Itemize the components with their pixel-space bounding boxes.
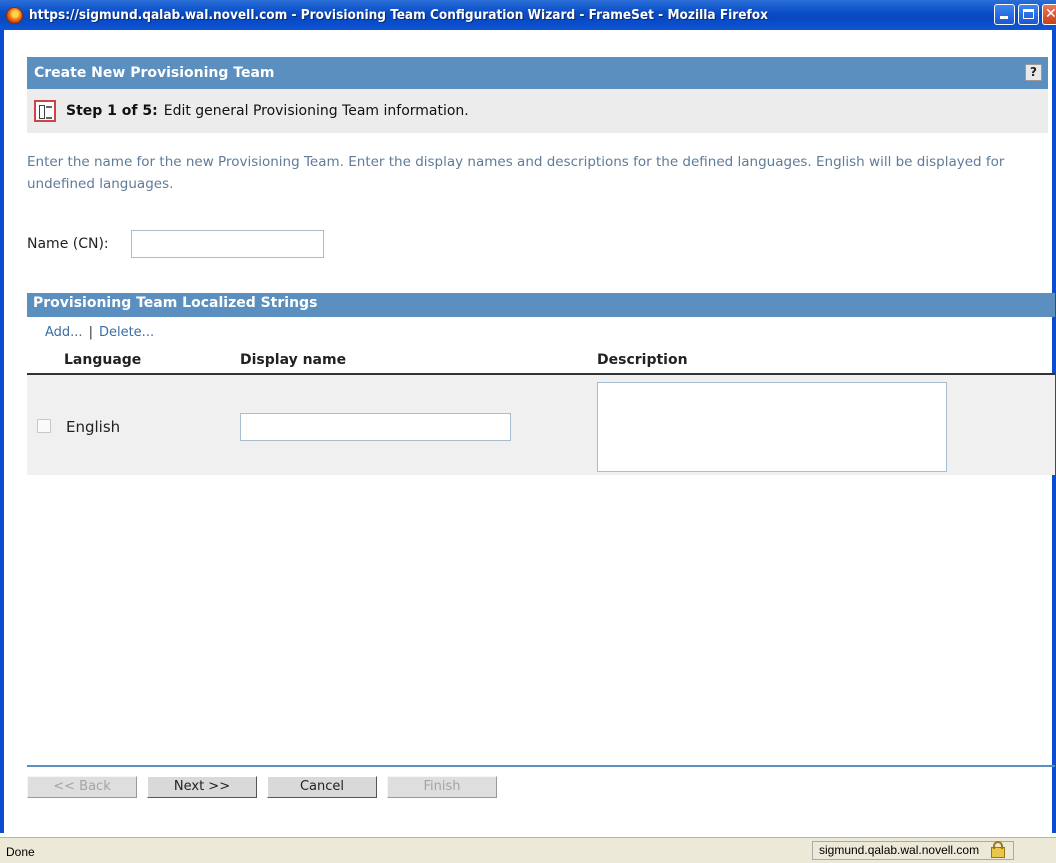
wizard-step-icon: [34, 100, 56, 122]
close-icon: ✕: [1045, 6, 1056, 22]
status-bar: Done sigmund.qalab.wal.novell.com: [0, 837, 1056, 863]
column-header-description: Description: [597, 352, 688, 368]
window-titlebar[interactable]: https://sigmund.qalab.wal.novell.com - P…: [0, 0, 1056, 30]
description-textarea[interactable]: [597, 382, 947, 472]
row-language: English: [66, 418, 121, 436]
instructions-text: Enter the name for the new Provisioning …: [27, 154, 1005, 192]
help-icon[interactable]: ?: [1025, 64, 1042, 81]
status-domain-text: sigmund.qalab.wal.novell.com: [819, 843, 980, 857]
action-separator: |: [88, 325, 93, 340]
lock-icon[interactable]: [991, 841, 1005, 858]
step-bar: Step 1 of 5: Edit general Provisioning T…: [27, 89, 1048, 133]
page-title: Create New Provisioning Team: [34, 65, 275, 81]
back-button[interactable]: << Back: [27, 776, 137, 798]
window-border-left: [0, 30, 4, 833]
status-domain: sigmund.qalab.wal.novell.com: [812, 841, 1014, 860]
step-label: Step 1 of 5:: [66, 103, 158, 119]
close-button[interactable]: ✕: [1042, 4, 1056, 25]
status-text: Done: [6, 845, 35, 859]
maximize-icon: [1023, 9, 1034, 19]
window-controls: ✕: [994, 4, 1056, 25]
maximize-button[interactable]: [1018, 4, 1039, 25]
localized-strings-header: Provisioning Team Localized Strings: [27, 293, 1055, 317]
add-link[interactable]: Add...: [45, 325, 83, 340]
name-label: Name (CN):: [27, 236, 109, 252]
footer-divider: [27, 765, 1055, 767]
window-title: https://sigmund.qalab.wal.novell.com - P…: [29, 7, 768, 23]
minimize-button[interactable]: [994, 4, 1015, 25]
step-description: Edit general Provisioning Team informati…: [163, 103, 469, 119]
finish-button[interactable]: Finish: [387, 776, 497, 798]
next-button[interactable]: Next >>: [147, 776, 257, 798]
localized-strings-actions: Add... | Delete...: [45, 325, 154, 340]
cancel-button[interactable]: Cancel: [267, 776, 377, 798]
row-checkbox[interactable]: [37, 419, 51, 433]
column-header-display-name: Display name: [240, 352, 347, 368]
page-header: Create New Provisioning Team ?: [27, 57, 1048, 89]
firefox-icon: [6, 6, 23, 24]
section-title: Provisioning Team Localized Strings: [33, 295, 318, 311]
display-name-input[interactable]: [240, 413, 511, 441]
name-input[interactable]: [131, 230, 324, 258]
minimize-icon: [1000, 16, 1008, 19]
delete-link[interactable]: Delete...: [99, 325, 154, 340]
column-header-language: Language: [64, 352, 142, 368]
